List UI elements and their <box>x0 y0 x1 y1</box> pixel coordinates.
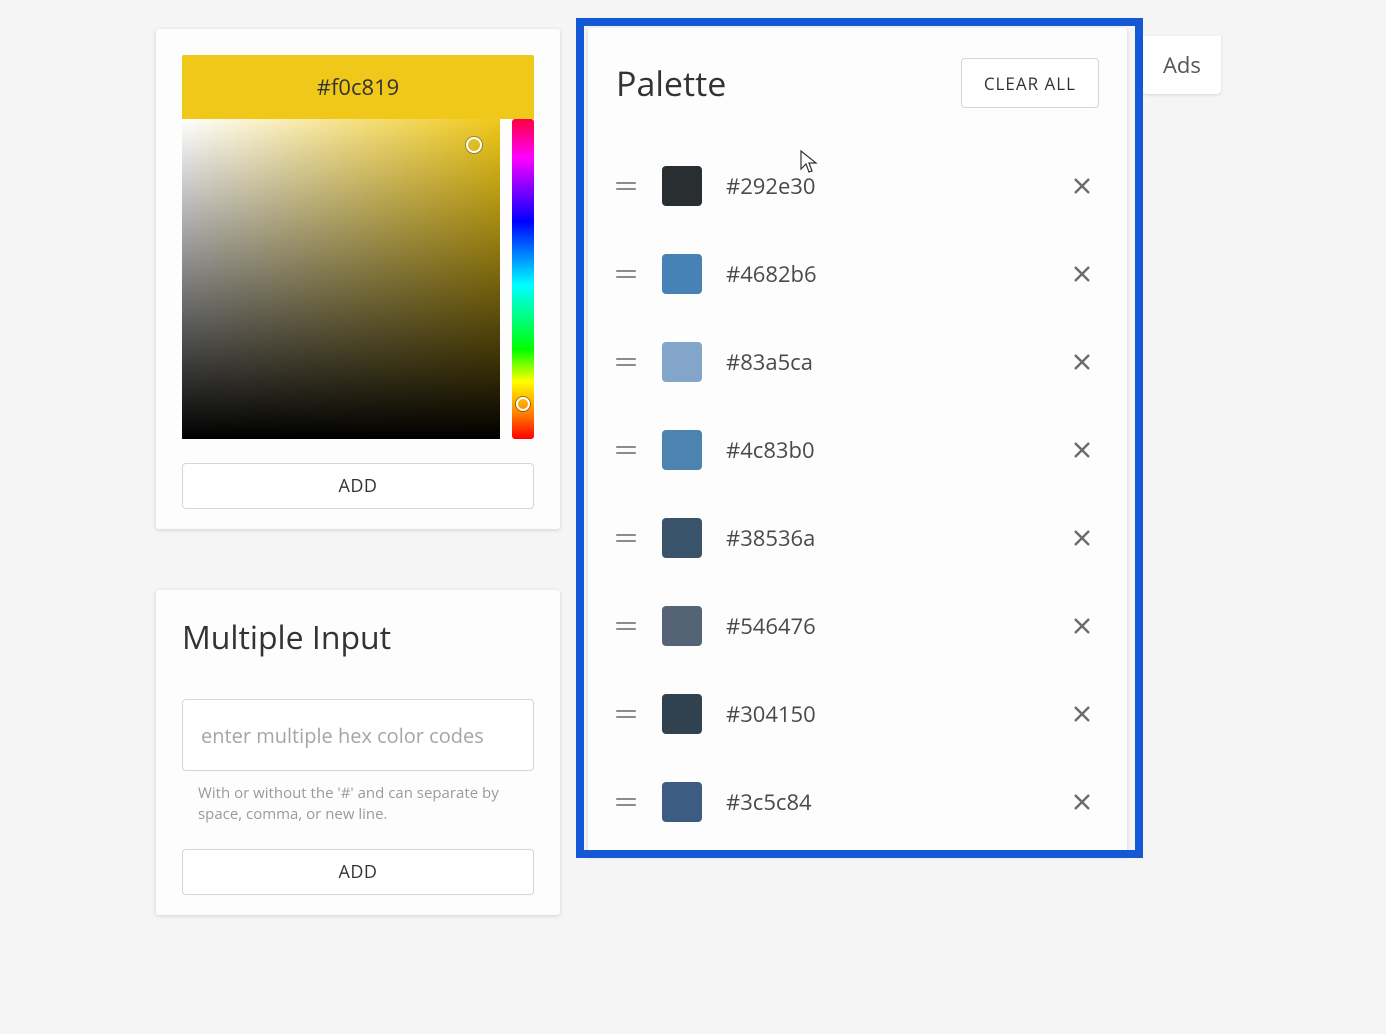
ads-tab[interactable]: Ads <box>1143 36 1221 94</box>
color-swatch[interactable] <box>662 430 702 470</box>
palette-hex-label: #38536a <box>726 523 1065 553</box>
remove-color-icon[interactable] <box>1065 521 1099 555</box>
palette-list: #292e30 #4682b6 #83a5ca #4c83b0 #38536a #5464… <box>616 142 1099 846</box>
palette-hex-label: #546476 <box>726 611 1065 641</box>
palette-hex-label: #292e30 <box>726 171 1065 201</box>
color-swatch[interactable] <box>662 166 702 206</box>
multiple-input-card: Multiple Input With or without the '#' a… <box>156 590 560 915</box>
drag-handle-icon[interactable] <box>616 798 636 806</box>
picker-body <box>182 119 534 439</box>
remove-color-icon[interactable] <box>1065 433 1099 467</box>
remove-color-icon[interactable] <box>1065 697 1099 731</box>
color-swatch[interactable] <box>662 694 702 734</box>
palette-row: #38536a <box>616 494 1099 582</box>
drag-handle-icon[interactable] <box>616 446 636 454</box>
multiple-input-title: Multiple Input <box>182 616 534 659</box>
color-picker-card: #f0c819 ADD <box>156 29 560 529</box>
remove-color-icon[interactable] <box>1065 609 1099 643</box>
palette-title: Palette <box>616 60 726 106</box>
multiple-add-button[interactable]: ADD <box>182 849 534 895</box>
drag-handle-icon[interactable] <box>616 270 636 278</box>
color-swatch[interactable] <box>662 254 702 294</box>
palette-row: #304150 <box>616 670 1099 758</box>
hue-slider[interactable] <box>512 119 534 439</box>
drag-handle-icon[interactable] <box>616 534 636 542</box>
palette-row: #4682b6 <box>616 230 1099 318</box>
picker-add-button[interactable]: ADD <box>182 463 534 509</box>
hue-cursor[interactable] <box>516 397 530 411</box>
color-swatch[interactable] <box>662 342 702 382</box>
saturation-value-panel[interactable] <box>182 119 500 439</box>
remove-color-icon[interactable] <box>1065 785 1099 819</box>
palette-row: #4c83b0 <box>616 406 1099 494</box>
palette-hex-label: #4682b6 <box>726 259 1065 289</box>
palette-card: Palette CLEAR ALL #292e30#4682b6#83a5ca#… <box>588 28 1127 856</box>
palette-row: #292e30 <box>616 142 1099 230</box>
clear-all-button[interactable]: CLEAR ALL <box>961 58 1099 108</box>
drag-handle-icon[interactable] <box>616 358 636 366</box>
sv-cursor[interactable] <box>466 137 482 153</box>
palette-row: #546476 <box>616 582 1099 670</box>
remove-color-icon[interactable] <box>1065 169 1099 203</box>
color-swatch[interactable] <box>662 606 702 646</box>
palette-hex-label: #304150 <box>726 699 1065 729</box>
multiple-input-hint: With or without the '#' and can separate… <box>182 771 534 825</box>
palette-row: #3c5c84 <box>616 758 1099 846</box>
color-swatch[interactable] <box>662 782 702 822</box>
remove-color-icon[interactable] <box>1065 345 1099 379</box>
picker-hex-header: #f0c819 <box>182 55 534 119</box>
palette-hex-label: #4c83b0 <box>726 435 1065 465</box>
color-swatch[interactable] <box>662 518 702 558</box>
multiple-hex-input[interactable] <box>182 699 534 771</box>
drag-handle-icon[interactable] <box>616 710 636 718</box>
palette-hex-label: #3c5c84 <box>726 787 1065 817</box>
remove-color-icon[interactable] <box>1065 257 1099 291</box>
palette-hex-label: #83a5ca <box>726 347 1065 377</box>
drag-handle-icon[interactable] <box>616 182 636 190</box>
palette-row: #83a5ca <box>616 318 1099 406</box>
drag-handle-icon[interactable] <box>616 622 636 630</box>
